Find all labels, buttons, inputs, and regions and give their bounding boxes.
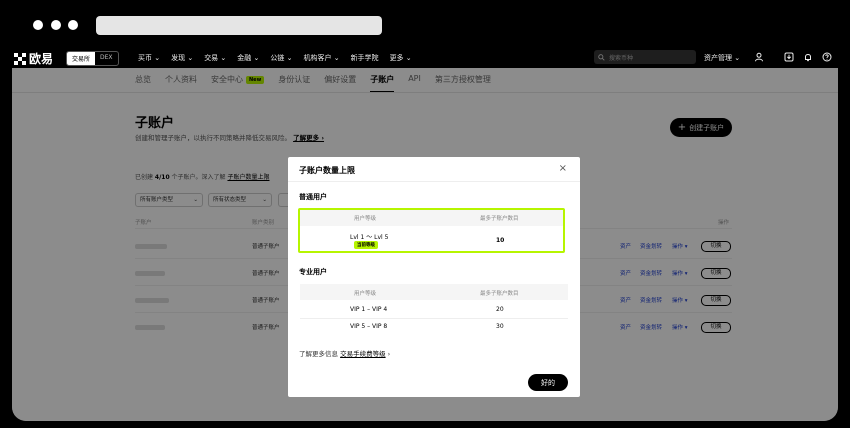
col-header-level: 用户等级 (354, 291, 377, 297)
search-input[interactable]: 搜索币种 (594, 50, 696, 64)
normal-user-heading: 普通用户 (299, 193, 327, 201)
mode-tab-exchange[interactable]: 交易所 (67, 52, 96, 65)
menu-item-institutional[interactable]: 机构客户 ⌄ (303, 53, 339, 63)
col-header-max: 最多子账户数目 (480, 216, 519, 222)
subaccount-limit-dialog: 子账户数量上限 × 普通用户 用户等级 最多子账户数目 Lvl 1 ～ Lvl … (288, 157, 580, 397)
fee-tier-footnote: 了解更多信息 交易手续费等级 › (299, 350, 391, 358)
table-header-bg (300, 210, 563, 226)
menu-item-chain[interactable]: 公链 ⌄ (270, 53, 292, 63)
window-dot-1 (33, 20, 43, 30)
menu-item-academy[interactable]: 新手学院 (351, 53, 379, 63)
search-icon (598, 53, 605, 61)
dialog-divider (288, 181, 580, 182)
window-dot-3 (68, 20, 78, 30)
dialog-title: 子账户数量上限 (299, 166, 355, 175)
pro-user-heading: 专业用户 (299, 268, 327, 276)
close-icon[interactable]: × (559, 163, 567, 174)
table-header-bg (300, 284, 568, 300)
mode-switch: 交易所 DEX (66, 51, 119, 66)
ok-button[interactable]: 好的 (528, 374, 568, 391)
max-count: 10 (496, 237, 505, 244)
level-range: Lvl 1 ～ Lvl 5 (350, 234, 389, 241)
level-range: VIP 1 – VIP 4 (350, 306, 388, 313)
menu-item-more[interactable]: 更多 ⌄ (390, 53, 412, 63)
search-placeholder: 搜索币种 (609, 54, 634, 62)
assets-menu[interactable]: 资产管理 ⌄ (704, 53, 740, 63)
fee-tier-link[interactable]: 交易手续费等级 (340, 350, 386, 358)
window-chrome (0, 0, 850, 46)
help-icon[interactable] (822, 52, 832, 62)
max-count: 20 (496, 306, 504, 313)
logo-mark-icon (14, 52, 26, 65)
menu-item-discover[interactable]: 发现 ⌄ (171, 53, 193, 63)
main-menu: 买币 ⌄ 发现 ⌄ 交易 ⌄ 金融 ⌄ 公链 ⌄ 机构客户 ⌄ 新手学院 更多 … (138, 53, 412, 63)
address-bar[interactable] (96, 16, 382, 35)
user-icon[interactable] (754, 52, 764, 62)
menu-item-finance[interactable]: 金融 ⌄ (237, 53, 259, 63)
logo-text: 欧易 (29, 52, 54, 66)
table-divider (300, 318, 568, 319)
mode-tab-dex[interactable]: DEX (95, 52, 118, 65)
max-count: 30 (496, 323, 504, 330)
bell-icon[interactable] (803, 52, 813, 62)
menu-item-trade[interactable]: 交易 ⌄ (204, 53, 226, 63)
top-nav: 欧易 交易所 DEX 买币 ⌄ 发现 ⌄ 交易 ⌄ 金融 ⌄ 公链 ⌄ 机构客户… (0, 46, 850, 68)
col-header-max: 最多子账户数目 (480, 291, 519, 297)
level-range: VIP 5 – VIP 8 (350, 323, 388, 330)
download-icon[interactable] (784, 52, 794, 62)
current-level-badge: 当前等级 (354, 241, 378, 249)
window-dot-2 (51, 20, 61, 30)
menu-item-buy[interactable]: 买币 ⌄ (138, 53, 160, 63)
col-header-level: 用户等级 (354, 216, 377, 222)
okx-logo[interactable]: 欧易 (14, 50, 53, 67)
